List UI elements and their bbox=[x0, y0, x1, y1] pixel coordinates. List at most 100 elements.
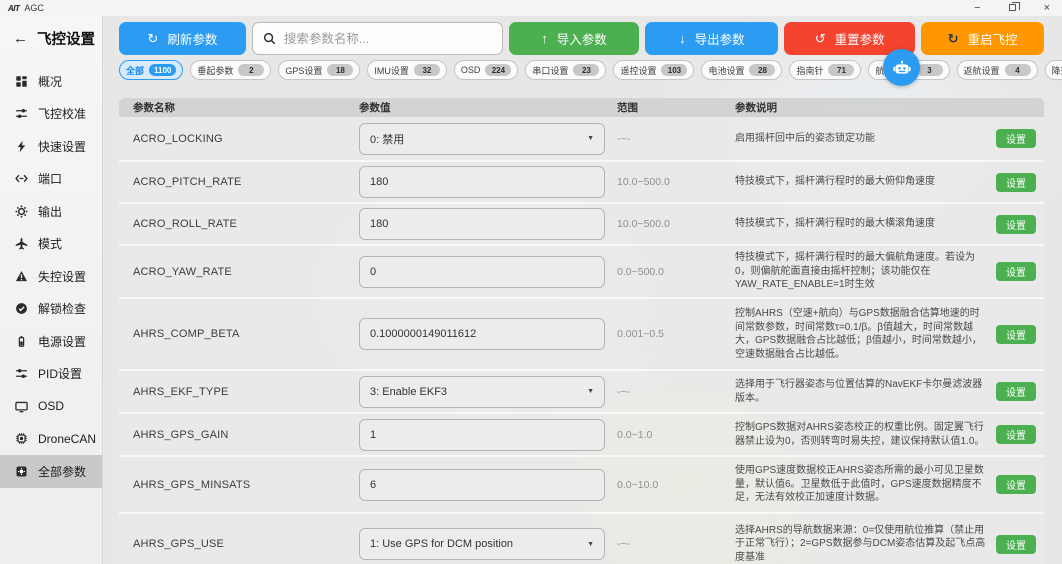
reset-params-label: 重置参数 bbox=[835, 29, 885, 48]
param-description: 启用摇杆回中后的姿态锁定功能 bbox=[735, 132, 986, 146]
chip-label: 串口设置 bbox=[532, 64, 568, 77]
sidebar-item-label: 全部参数 bbox=[38, 463, 86, 480]
refresh-params-button[interactable]: ↻ 刷新参数 bbox=[119, 22, 246, 55]
check-circle-icon bbox=[14, 302, 28, 316]
set-button[interactable]: 设置 bbox=[996, 325, 1036, 344]
header-description: 参数说明 bbox=[735, 100, 777, 115]
all-params-icon bbox=[14, 464, 28, 478]
sliders-icon bbox=[14, 107, 28, 121]
param-value-select[interactable]: 3: Enable EKF3▼ bbox=[359, 376, 605, 408]
param-value-input[interactable] bbox=[359, 256, 605, 288]
sidebar-item-output[interactable]: 输出 bbox=[0, 195, 102, 228]
param-name: AHRS_GPS_GAIN bbox=[119, 429, 359, 441]
warning-icon bbox=[14, 269, 28, 283]
chip-imu[interactable]: IMU设置32 bbox=[367, 60, 447, 80]
table-row: AHRS_GPS_MINSATS 0.0~10.0 使用GPS速度数据校正AHR… bbox=[119, 457, 1044, 514]
table-row: AHRS_GPS_GAIN 0.0~1.0 控制GPS数据对AHRS姿态校正的权… bbox=[119, 414, 1044, 457]
chip-osd[interactable]: OSD224 bbox=[454, 60, 519, 80]
sliders-icon bbox=[14, 367, 28, 381]
sidebar-item-osd[interactable]: OSD bbox=[0, 390, 102, 423]
chevron-down-icon: ▼ bbox=[587, 541, 594, 548]
download-icon: ↓ bbox=[679, 32, 686, 45]
sidebar-item-dronecan[interactable]: DroneCAN bbox=[0, 423, 102, 456]
set-button[interactable]: 设置 bbox=[996, 535, 1036, 554]
upload-icon: ↑ bbox=[541, 32, 548, 45]
chip-label: 降落设置 bbox=[1052, 64, 1062, 77]
param-description: 特技模式下，摇杆满行程时的最大偏航角速度。若设为0，则偏航舵面直接由摇杆控制；该… bbox=[735, 251, 986, 292]
param-range: -~- bbox=[617, 133, 735, 145]
set-button[interactable]: 设置 bbox=[996, 215, 1036, 234]
param-description: 选择用于飞行器姿态与位置估算的NavEKF卡尔曼滤波器版本。 bbox=[735, 378, 986, 405]
table-row: ACRO_YAW_RATE 0.0~500.0 特技模式下，摇杆满行程时的最大偏… bbox=[119, 246, 1044, 299]
chip-count-badge: 3 bbox=[917, 64, 943, 76]
gear-icon bbox=[14, 204, 28, 218]
select-value: 3: Enable EKF3 bbox=[370, 386, 447, 398]
table-row: ACRO_ROLL_RATE 10.0~500.0 特技模式下，摇杆满行程时的最… bbox=[119, 204, 1044, 246]
param-value-select[interactable]: 1: Use GPS for DCM position▼ bbox=[359, 528, 605, 560]
sidebar-item-label: PID设置 bbox=[38, 365, 82, 382]
sidebar-item-label: 输出 bbox=[38, 203, 62, 220]
chip-serial[interactable]: 串口设置 23 bbox=[525, 60, 606, 80]
search-icon bbox=[263, 32, 276, 45]
sidebar-item-failsafe[interactable]: 失控设置 bbox=[0, 260, 102, 293]
table-row: AHRS_GPS_USE 1: Use GPS for DCM position… bbox=[119, 514, 1044, 564]
maximize-button[interactable] bbox=[1009, 0, 1016, 16]
search-input[interactable] bbox=[284, 32, 492, 46]
set-button[interactable]: 设置 bbox=[996, 425, 1036, 444]
export-params-button[interactable]: ↓ 导出参数 bbox=[645, 22, 778, 55]
param-description: 控制GPS数据对AHRS姿态校正的权重比例。固定翼飞行器禁止设为0，否则转弯时易… bbox=[735, 421, 986, 448]
chip-rtl[interactable]: 返航设置4 bbox=[957, 60, 1038, 80]
header-param-name: 参数名称 bbox=[119, 100, 359, 115]
sidebar-item-overview[interactable]: 概况 bbox=[0, 65, 102, 98]
history-icon: ↺ bbox=[815, 32, 826, 45]
page-title: 飞控设置 bbox=[37, 28, 95, 49]
param-value-input[interactable] bbox=[359, 318, 605, 350]
chip-gps[interactable]: GPS设置18 bbox=[278, 60, 360, 80]
param-description: 使用GPS速度数据校正AHRS姿态所需的最小可见卫星数量，默认值6。卫星数低于此… bbox=[735, 464, 986, 505]
import-params-button[interactable]: ↑ 导入参数 bbox=[509, 22, 640, 55]
back-button[interactable]: ← bbox=[13, 31, 28, 46]
chip-landing[interactable]: 降落设置17 bbox=[1045, 60, 1062, 80]
sidebar-item-power[interactable]: 电源设置 bbox=[0, 325, 102, 358]
close-button[interactable]: × bbox=[1044, 0, 1050, 16]
sidebar-item-ports[interactable]: 端口 bbox=[0, 163, 102, 196]
chip-all[interactable]: 全部1100 bbox=[119, 60, 183, 80]
sidebar-item-arming-check[interactable]: 解锁检查 bbox=[0, 293, 102, 326]
set-button[interactable]: 设置 bbox=[996, 262, 1036, 281]
assistant-fab[interactable] bbox=[883, 49, 920, 86]
search-box[interactable] bbox=[252, 22, 503, 55]
restore-icon bbox=[1009, 4, 1016, 11]
header-param-value: 参数值 bbox=[359, 100, 617, 115]
param-description: 控制AHRS（空速+航向）与GPS数据融合估算地速的时间常数参数，时间常数τ=0… bbox=[735, 307, 986, 361]
param-value-input[interactable] bbox=[359, 419, 605, 451]
sidebar-item-modes[interactable]: 模式 bbox=[0, 228, 102, 261]
grid-icon bbox=[14, 74, 28, 88]
chip-rc[interactable]: 遥控设置103 bbox=[613, 60, 694, 80]
param-value-input[interactable] bbox=[359, 166, 605, 198]
app-title: AGC bbox=[24, 3, 44, 13]
chip-count-badge: 23 bbox=[573, 64, 599, 76]
set-button[interactable]: 设置 bbox=[996, 382, 1036, 401]
param-description: 特技模式下，摇杆满行程时的最大横滚角速度 bbox=[735, 217, 986, 231]
minimize-button[interactable]: − bbox=[974, 0, 980, 16]
param-range: -~- bbox=[617, 538, 735, 550]
table-row: AHRS_EKF_TYPE 3: Enable EKF3▼ -~- 选择用于飞行… bbox=[119, 371, 1044, 414]
reboot-fc-button[interactable]: ↻ 重启飞控 bbox=[921, 22, 1044, 55]
set-button[interactable]: 设置 bbox=[996, 475, 1036, 494]
sidebar-item-quick-setup[interactable]: 快速设置 bbox=[0, 130, 102, 163]
sidebar-item-pid[interactable]: PID设置 bbox=[0, 358, 102, 391]
chip-vtol[interactable]: 垂起参数2 bbox=[190, 60, 271, 80]
param-value-select[interactable]: 0: 禁用▼ bbox=[359, 123, 605, 155]
set-button[interactable]: 设置 bbox=[996, 173, 1036, 192]
select-value: 0: 禁用 bbox=[370, 131, 404, 147]
sidebar-item-calibration[interactable]: 飞控校准 bbox=[0, 98, 102, 131]
chip-count-badge: 71 bbox=[828, 64, 854, 76]
sidebar-item-all-params[interactable]: 全部参数 bbox=[0, 455, 102, 488]
chip-compass[interactable]: 指南针71 bbox=[789, 60, 861, 80]
chip-battery[interactable]: 电池设置28 bbox=[701, 60, 782, 80]
set-button[interactable]: 设置 bbox=[996, 129, 1036, 148]
param-value-input[interactable] bbox=[359, 208, 605, 240]
param-value-input[interactable] bbox=[359, 469, 605, 501]
param-range: 10.0~500.0 bbox=[617, 176, 735, 188]
chip-count-badge: 1100 bbox=[149, 64, 176, 76]
